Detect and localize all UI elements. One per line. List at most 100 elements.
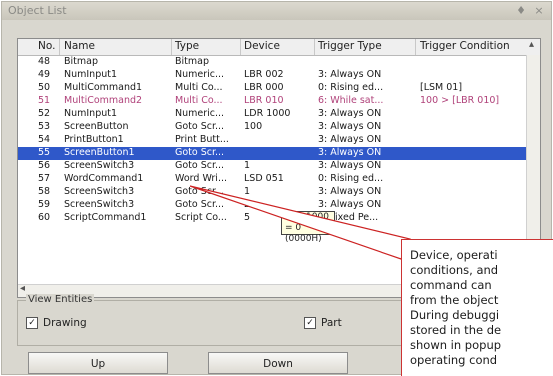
callout-note-line: stored in the de <box>410 323 502 337</box>
cell-no: 60 <box>38 212 51 223</box>
cell-type: Goto Scr... <box>175 121 225 132</box>
table-row[interactable]: 49 NumInput1 Numeric... LBR 002 3: Always ON <box>18 69 526 82</box>
cell-device: 5 <box>244 212 251 223</box>
cell-type: Goto Scr... <box>175 199 225 210</box>
part-checkbox[interactable]: ✓ Part <box>304 317 342 329</box>
cell-type: Multi Co... <box>175 95 223 106</box>
part-label: Part <box>321 317 342 329</box>
scroll-left-icon[interactable]: ◂ <box>20 283 25 294</box>
tooltip-line-2: (0000H) <box>285 234 322 244</box>
cell-type: Word Wri... <box>175 173 228 184</box>
drawing-checkbox[interactable]: ✓ Drawing <box>26 317 87 329</box>
column-header-trigger-condition[interactable]: Trigger Condition <box>420 40 510 52</box>
column-header-device[interactable]: Device <box>244 40 280 52</box>
window-title: Object List <box>8 4 67 17</box>
cell-trigger-condition: 100 > [LBR 010] <box>420 95 500 106</box>
cell-device: LSD 051 <box>244 173 284 184</box>
cell-type: Script Co... <box>175 212 227 223</box>
cell-no: 59 <box>38 199 51 210</box>
cell-device: 1 <box>244 186 251 197</box>
cell-type: Goto Scr... <box>175 147 225 158</box>
cell-no: 58 <box>38 186 51 197</box>
down-button[interactable]: Down <box>208 352 348 374</box>
view-entities-group: View Entities ✓ Drawing ✓ Part <box>17 294 447 346</box>
cell-device: LBR 010 <box>244 95 284 106</box>
cell-name: NumInput1 <box>64 108 118 119</box>
callout-note-line: operating cond <box>410 353 498 367</box>
callout-note-line: shown in popup <box>410 338 502 352</box>
cell-device: LBR 000 <box>244 82 284 93</box>
callout-note: Device, operati conditions, and command ca… <box>401 239 553 376</box>
table-row[interactable]: 60 ScriptCommand1 Script Co... 5 7: Fixed Pe… <box>18 212 526 225</box>
cell-name: MultiCommand2 <box>64 95 143 106</box>
cell-trigger-type: 3: Always ON <box>318 134 382 145</box>
cell-trigger-type: 0: Rising ed... <box>318 173 384 184</box>
cell-no: 50 <box>38 82 51 93</box>
cell-name: ScreenButton <box>64 121 129 132</box>
callout-note-line: During debuggi <box>410 308 500 322</box>
cell-type: Print Butt... <box>175 134 229 145</box>
cell-trigger-type: 3: Always ON <box>318 108 382 119</box>
cell-name: PrintButton1 <box>64 134 124 145</box>
table-row[interactable]: 57 WordCommand1 Word Wri... LSD 051 0: Risin… <box>18 173 526 186</box>
cell-type: Numeric... <box>175 69 225 80</box>
table-header: No. Name Type Device Trigger Type Trigge… <box>18 39 540 56</box>
cell-type: Multi Co... <box>175 82 223 93</box>
scroll-up-icon[interactable]: ▴ <box>529 39 534 50</box>
cell-no: 51 <box>38 95 51 106</box>
table-row[interactable]: 53 ScreenButton Goto Scr... 100 3: Always ON <box>18 121 526 134</box>
cell-name: MultiCommand1 <box>64 82 143 93</box>
check-icon: ✓ <box>26 317 38 329</box>
cell-device: LDR 1000 <box>244 108 291 119</box>
column-header-type[interactable]: Type <box>175 40 199 52</box>
callout-note-line: command can <box>410 278 492 292</box>
cell-device: 100 <box>244 121 263 132</box>
window-titlebar[interactable]: Object List ♦ × <box>2 2 551 20</box>
column-header-trigger-type[interactable]: Trigger Type <box>318 40 382 52</box>
cell-type: Numeric... <box>175 108 225 119</box>
cell-name: ScreenSwitch3 <box>64 160 135 171</box>
drawing-label: Drawing <box>43 317 87 329</box>
cell-trigger-type: 3: Always ON <box>318 199 382 210</box>
up-button[interactable]: Up <box>28 352 168 374</box>
table-row[interactable]: 54 PrintButton1 Print Butt... 3: Always ON <box>18 134 526 147</box>
cell-no: 52 <box>38 108 51 119</box>
cell-type: Goto Scr... <box>175 160 225 171</box>
cell-trigger-type: 0: Rising ed... <box>318 82 384 93</box>
cell-trigger-type: 3: Always ON <box>318 186 382 197</box>
table-row[interactable]: 48 Bitmap Bitmap <box>18 56 526 69</box>
cell-trigger-type: 3: Always ON <box>318 69 382 80</box>
cell-name: ScreenButton1 <box>64 147 135 158</box>
cell-trigger-type: 6: While sat... <box>318 95 384 106</box>
table-row[interactable]: 58 ScreenSwitch3 Goto Scr... 1 3: Always ON <box>18 186 526 199</box>
cell-type: Bitmap <box>175 56 209 67</box>
cell-device: 1 <box>244 160 251 171</box>
table-row[interactable]: 56 ScreenSwitch3 Goto Scr... 1 3: Always ON <box>18 160 526 173</box>
cell-no: 55 <box>38 147 51 158</box>
callout-note-line: conditions, and <box>410 263 499 277</box>
cell-no: 53 <box>38 121 51 132</box>
callout-note-line: from the object <box>410 293 499 307</box>
pin-icon[interactable]: ♦ <box>514 4 528 17</box>
cell-no: 56 <box>38 160 51 171</box>
cell-no: 48 <box>38 56 51 67</box>
cell-name: WordCommand1 <box>64 173 144 184</box>
table-row[interactable]: 59 ScreenSwitch3 Goto Scr... 2 3: Always ON <box>18 199 526 212</box>
cell-trigger-type: 3: Always ON <box>318 147 382 158</box>
cell-device: LBR 002 <box>244 69 284 80</box>
table-row[interactable]: 51 MultiCommand2 Multi Co... LBR 010 6: Whil… <box>18 95 526 108</box>
cell-name: ScriptCommand1 <box>64 212 147 223</box>
cell-trigger-type: 3: Always ON <box>318 160 382 171</box>
close-icon[interactable]: × <box>532 4 546 17</box>
column-header-no[interactable]: No. <box>38 40 55 52</box>
cell-no: 54 <box>38 134 51 145</box>
column-header-name[interactable]: Name <box>64 40 95 52</box>
cell-name: ScreenSwitch3 <box>64 186 135 197</box>
device-value-tooltip: LDR 1000 = 0 (0000H) <box>281 211 335 244</box>
cell-name: NumInput1 <box>64 69 118 80</box>
table-row[interactable]: 50 MultiCommand1 Multi Co... LBR 000 0: Risi… <box>18 82 526 95</box>
table-row[interactable]: 55 ScreenButton1 Goto Scr... 3: Always ON <box>18 147 526 160</box>
cell-no: 49 <box>38 69 51 80</box>
table-row[interactable]: 52 NumInput1 Numeric... LDR 1000 3: Always O… <box>18 108 526 121</box>
cell-trigger-condition: [LSM 01] <box>420 82 463 93</box>
